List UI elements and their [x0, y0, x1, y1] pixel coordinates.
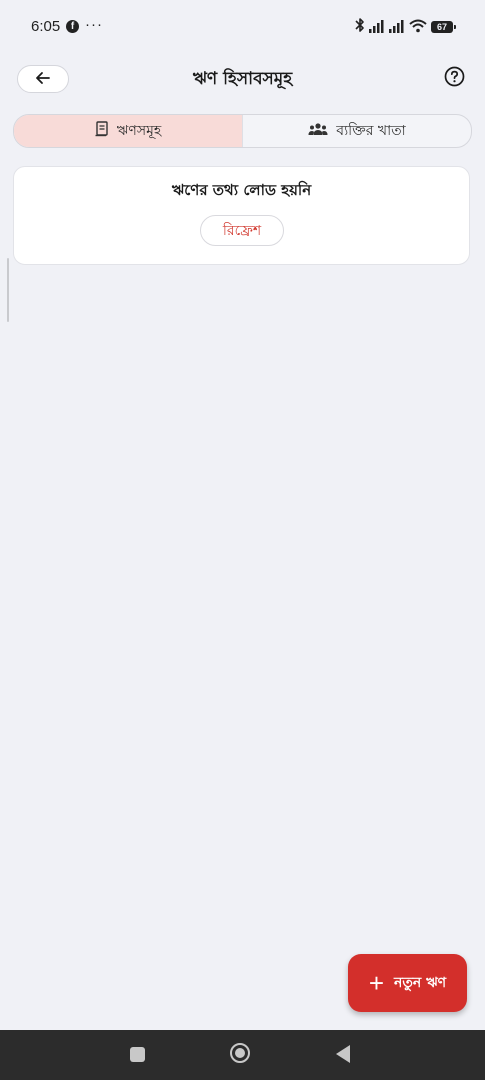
back-triangle-icon[interactable]	[336, 1045, 350, 1063]
more-dots-icon: ···	[85, 16, 103, 33]
tab-loans-label: ঋণসমূহ	[116, 123, 162, 139]
recents-square-icon[interactable]	[130, 1047, 145, 1062]
refresh-button[interactable]: রিফ্রেশ	[200, 215, 284, 246]
system-nav-bar	[0, 1030, 485, 1080]
signal-icon	[389, 18, 405, 37]
system-status-icons: 67	[355, 17, 456, 37]
help-circle-icon	[444, 66, 465, 91]
facebook-icon: f	[66, 20, 79, 33]
tab-person-ledger[interactable]: ব্যক্তির খাতা	[242, 115, 471, 147]
home-circle-icon[interactable]	[230, 1043, 250, 1063]
bluetooth-icon	[355, 17, 365, 37]
ledger-icon	[95, 121, 109, 141]
tab-bar: ঋণসমূহ ব্যক্তির খাতা	[13, 114, 472, 148]
scroll-indicator	[7, 258, 9, 322]
battery-icon: 67	[431, 21, 456, 33]
status-bar: 6:05 f ··· 67	[0, 0, 485, 56]
tab-person-ledger-label: ব্যক্তির খাতা	[336, 123, 406, 139]
signal-icon	[369, 18, 385, 37]
new-loan-button[interactable]: + নতুন ঋণ	[348, 954, 467, 1012]
page-title: ঋণ হিসাবসমূহ	[192, 69, 293, 89]
error-message: ঋণের তথ্য লোড হয়নি	[171, 181, 312, 199]
status-time: 6:05	[31, 18, 61, 35]
plus-icon: +	[368, 968, 385, 998]
new-loan-label: নতুন ঋণ	[394, 975, 447, 991]
people-group-icon	[308, 122, 328, 140]
help-button[interactable]	[443, 66, 466, 91]
tab-loans[interactable]: ঋণসমূহ	[14, 115, 242, 147]
error-card: ঋণের তথ্য লোড হয়নি রিফ্রেশ	[13, 166, 470, 265]
wifi-icon	[409, 18, 427, 37]
